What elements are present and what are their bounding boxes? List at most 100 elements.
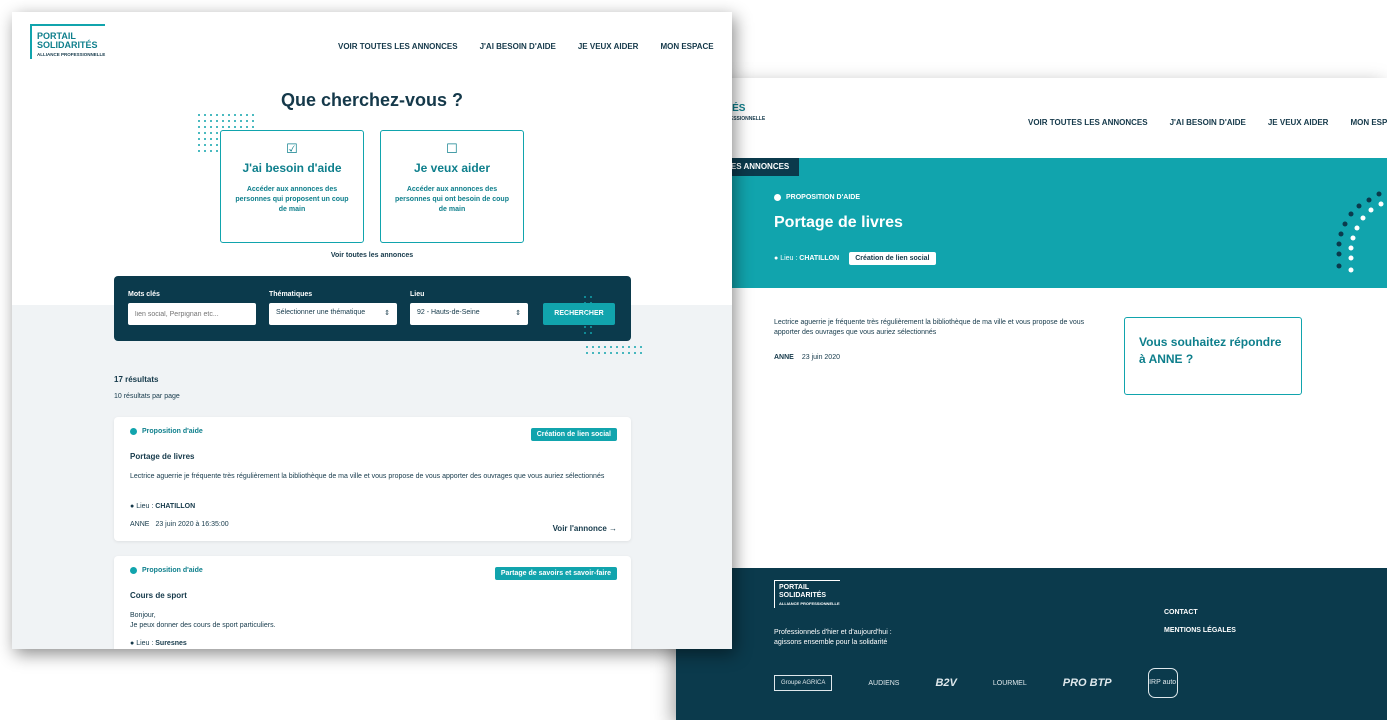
- decorative-dots-icon: [584, 296, 592, 334]
- ad-type: PROPOSITION D'AIDE: [774, 194, 860, 201]
- location-value: CHATILLON: [799, 255, 840, 262]
- footer-link-legal[interactable]: MENTIONS LÉGALES: [1164, 622, 1236, 640]
- partner-logos: Groupe AGRICA AUDIENS B2V LOURMEL PRO BT…: [774, 668, 1178, 698]
- nav-want-help[interactable]: JE VEUX AIDER: [1268, 118, 1329, 127]
- choice-need-help[interactable]: ☑ J'ai besoin d'aide Accéder aux annonce…: [220, 130, 364, 243]
- nav-need-help[interactable]: J'AI BESOIN D'AIDE: [1170, 118, 1246, 127]
- partner-audiens-logo[interactable]: AUDIENS: [868, 680, 899, 687]
- detail-nav: VOIR TOUTES LES ANNONCES J'AI BESOIN D'A…: [1028, 118, 1387, 127]
- site-logo[interactable]: PORTAIL SOLIDARITÉS ALLIANCE PROFESSIONN…: [30, 24, 106, 59]
- nav-all-ads[interactable]: VOIR TOUTES LES ANNONCES: [338, 42, 458, 51]
- author-name: ANNE: [774, 354, 794, 361]
- result-location: ● Lieu : Suresnes: [130, 640, 187, 647]
- screenshot-stage: RITÉS PROFESSIONNELLE VOIR TOUTES LES AN…: [0, 0, 1387, 720]
- search-window: PORTAIL SOLIDARITÉS ALLIANCE PROFESSIONN…: [12, 12, 732, 649]
- results-per-page[interactable]: 10 résultats par page: [114, 393, 180, 400]
- bullet-icon: [130, 567, 137, 574]
- theme-select[interactable]: Sélectionner une thématique ⇕: [269, 303, 397, 325]
- location-label: Lieu :: [780, 255, 798, 262]
- location-block: ● Lieu : CHATILLON: [774, 255, 839, 262]
- result-title[interactable]: Cours de sport: [130, 591, 187, 600]
- footer-links: CONTACT MENTIONS LÉGALES: [1164, 604, 1236, 640]
- detail-window: RITÉS PROFESSIONNELLE VOIR TOUTES LES AN…: [676, 78, 1387, 720]
- footer-logo-line3: ALLIANCE PROFESSIONNELLE: [779, 601, 840, 606]
- place-select-value: 92 - Hauts-de-Seine: [417, 309, 480, 316]
- view-ad-link[interactable]: Voir l'annonce →: [553, 524, 617, 533]
- checkbox-empty-icon: ☐: [446, 141, 458, 156]
- decorative-dots-icon: [1336, 191, 1384, 273]
- choice-desc: Accéder aux annonces des personnes qui o…: [395, 186, 509, 213]
- decorative-dots-icon: [586, 346, 642, 354]
- footer-logo-line2: SOLIDARITÉS: [779, 592, 827, 599]
- choice-want-help[interactable]: ☐ Je veux aider Accéder aux annonces des…: [380, 130, 524, 243]
- logo-line3: ALLIANCE PROFESSIONNELLE: [37, 52, 106, 57]
- result-description-line: Bonjour,: [130, 612, 156, 619]
- ad-date: 23 juin 2020: [801, 354, 840, 361]
- result-date: 23 juin 2020 à 16:35:00: [155, 521, 229, 528]
- result-description: Bonjour, Je peux donner des cours de spo…: [130, 611, 610, 631]
- nav-my-space[interactable]: MON ESPACE: [660, 42, 713, 51]
- partner-agrica-logo[interactable]: Groupe AGRICA: [774, 675, 833, 691]
- footer-tagline: Professionnels d'hier et d'aujourd'hui :…: [774, 628, 892, 648]
- footer-tagline-2: agissons ensemble pour la solidarité: [774, 639, 888, 646]
- theme-select-value: Sélectionner une thématique: [276, 309, 366, 316]
- page-title: Que cherchez-vous ?: [280, 90, 464, 110]
- result-title[interactable]: Portage de livres: [130, 452, 194, 461]
- result-tag[interactable]: Partage de savoirs et savoir-faire: [494, 567, 617, 580]
- ad-description: Lectrice aguerrie je fréquente très régu…: [774, 319, 1085, 336]
- select-arrows-icon: ⇕: [515, 310, 521, 317]
- choice-label: J'ai besoin d'aide: [242, 161, 342, 175]
- place-select[interactable]: 92 - Hauts-de-Seine ⇕: [410, 303, 528, 325]
- result-card[interactable]: Proposition d'aide Création de lien soci…: [114, 417, 631, 541]
- location-value: Suresnes: [155, 640, 187, 647]
- choice-label: Je veux aider: [413, 161, 491, 175]
- result-description: Lectrice aguerrie je fréquente très régu…: [130, 473, 605, 480]
- location-value: CHATILLON: [155, 503, 196, 510]
- results-count: 17 résultats: [114, 375, 159, 384]
- ad-banner: LES ANNONCES PROPOSITION D'AIDE Portage …: [676, 158, 1387, 288]
- bullet-icon: [774, 194, 781, 201]
- site-footer: PORTAIL SOLIDARITÉS ALLIANCE PROFESSIONN…: [676, 568, 1387, 720]
- main-nav: VOIR TOUTES LES ANNONCES J'AI BESOIN D'A…: [338, 42, 714, 51]
- nav-all-ads[interactable]: VOIR TOUTES LES ANNONCES: [1028, 118, 1148, 127]
- result-author: ANNE: [130, 521, 150, 528]
- theme-label: Thématiques: [269, 291, 313, 298]
- location-label: Lieu :: [136, 503, 154, 510]
- see-all-link[interactable]: Voir toutes les annonces: [12, 252, 732, 259]
- theme-tag[interactable]: Création de lien social: [849, 252, 936, 265]
- checkbox-checked-icon: ☑: [286, 141, 298, 156]
- location-pin-icon: ●: [774, 255, 779, 262]
- bullet-icon: [130, 428, 137, 435]
- nav-my-space[interactable]: MON ESPACE: [1350, 118, 1387, 127]
- reply-box[interactable]: Vous souhaitez répondre à ANNE ?: [1124, 317, 1302, 395]
- partner-lourmel-logo[interactable]: LOURMEL: [993, 680, 1027, 687]
- footer-logo[interactable]: PORTAIL SOLIDARITÉS ALLIANCE PROFESSIONN…: [774, 580, 840, 608]
- result-meta: ANNE 23 juin 2020 à 16:35:00: [130, 521, 229, 528]
- ad-type-label: PROPOSITION D'AIDE: [786, 194, 861, 201]
- search-button[interactable]: RECHERCHER: [543, 303, 615, 325]
- ad-location: ● Lieu : CHATILLON Création de lien soci…: [774, 252, 936, 265]
- keywords-input[interactable]: [128, 303, 256, 325]
- result-type-label: Proposition d'aide: [142, 428, 203, 435]
- place-label: Lieu: [410, 291, 425, 298]
- result-type-label: Proposition d'aide: [142, 567, 203, 574]
- footer-tagline-1: Professionnels d'hier et d'aujourd'hui :: [774, 629, 892, 636]
- detail-header: RITÉS PROFESSIONNELLE VOIR TOUTES LES AN…: [676, 78, 1387, 158]
- partner-probtp-logo[interactable]: PRO BTP: [1063, 677, 1112, 689]
- nav-need-help[interactable]: J'AI BESOIN D'AIDE: [480, 42, 556, 51]
- footer-link-contact[interactable]: CONTACT: [1164, 604, 1236, 622]
- nav-want-help[interactable]: JE VEUX AIDER: [578, 42, 639, 51]
- logo-line2: SOLIDARITÉS: [37, 40, 98, 50]
- ad-author-meta: ANNE 23 juin 2020: [774, 354, 840, 361]
- keywords-label: Mots clés: [128, 291, 160, 298]
- partner-b2v-logo[interactable]: B2V: [935, 677, 956, 689]
- choice-desc: Accéder aux annonces des personnes qui p…: [235, 186, 349, 213]
- search-form: Mots clés Thématiques Sélectionner une t…: [114, 276, 631, 341]
- result-type: Proposition d'aide: [130, 567, 203, 574]
- location-pin-icon: ●: [130, 640, 135, 647]
- partner-irpauto-logo[interactable]: IRP auto: [1147, 668, 1178, 698]
- result-tag[interactable]: Création de lien social: [530, 428, 617, 441]
- result-location: ● Lieu : CHATILLON: [130, 503, 195, 510]
- result-card[interactable]: Proposition d'aide Partage de savoirs et…: [114, 556, 631, 649]
- ad-title: Portage de livres: [774, 214, 903, 231]
